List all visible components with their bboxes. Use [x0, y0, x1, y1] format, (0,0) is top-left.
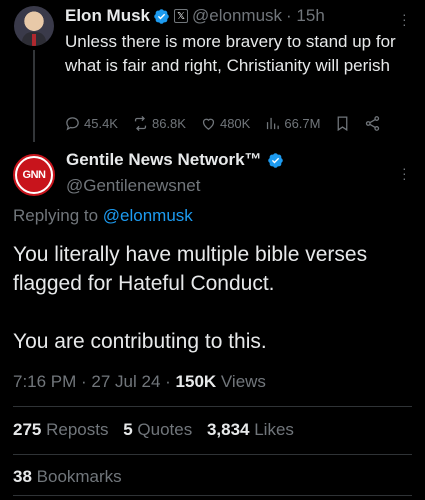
more-options-icon[interactable]: · · · — [402, 161, 407, 185]
views-label: Views — [216, 372, 266, 391]
views-button[interactable]: 66.7M — [264, 115, 320, 132]
reposts-count: 275 — [13, 420, 42, 439]
verified-badge-icon — [154, 8, 169, 24]
views-count: 150K — [175, 372, 217, 391]
repost-button[interactable]: 86.8K — [132, 115, 186, 132]
parent-tweet[interactable]: Elon Musk 𝕏 @elonmusk · 15h · · · Unless t… — [0, 0, 425, 142]
share-button[interactable] — [364, 115, 384, 132]
likes-count: 3,834 — [206, 420, 250, 439]
author-name[interactable]: Gentile News Network™ — [66, 150, 262, 170]
tweet-actions-bar: 45.4K 86.8K 480K 66.7M — [64, 112, 414, 134]
reposts-label: Reposts — [41, 420, 109, 439]
gnn-logo-text: GNN — [17, 158, 51, 192]
likes-stat[interactable]: 3,834 Likes — [207, 420, 294, 439]
author-name-row: Gentile News Network™ — [66, 150, 284, 170]
reposts-stat[interactable]: 275 Reposts — [13, 420, 108, 439]
tweet-text-paragraph-2: You are contributing to this. — [13, 330, 267, 353]
divider — [13, 406, 412, 407]
quotes-label: Quotes — [132, 420, 193, 439]
x-affiliation-icon: 𝕏 — [174, 9, 189, 23]
like-count: 480K — [219, 115, 251, 131]
replying-to-prefix: Replying to — [13, 206, 103, 225]
tweet-text: Unless there is more bravery to stand up… — [65, 32, 396, 75]
likes-label: Likes — [249, 420, 294, 439]
parent-tweet-header: Elon Musk 𝕏 @elonmusk · 15h — [65, 5, 325, 27]
verified-badge-icon — [267, 152, 283, 168]
quotes-stat[interactable]: 5 Quotes — [123, 420, 192, 439]
author-handle[interactable]: @elonmusk — [192, 6, 282, 26]
reply-button[interactable]: 45.4K — [64, 115, 118, 132]
tweet-timestamp[interactable]: 7:16 PM · 27 Jul 24 · — [13, 372, 176, 391]
bookmarks-label: Bookmarks — [31, 467, 122, 486]
like-button[interactable]: 480K — [200, 115, 250, 132]
view-count: 66.7M — [284, 115, 321, 131]
tweet-text-paragraph-1: You literally have multiple bible verses… — [13, 243, 368, 295]
bookmark-button[interactable] — [334, 115, 354, 132]
bookmarks-count: 38 — [13, 467, 32, 486]
thread-connector-line — [33, 50, 35, 142]
replying-to-line: Replying to @elonmusk — [13, 206, 193, 226]
repost-icon — [134, 115, 147, 131]
share-icon — [366, 115, 380, 131]
divider — [13, 495, 412, 496]
author-handle[interactable]: @Gentilenewsnet — [66, 176, 200, 196]
avatar[interactable]: GNN — [13, 154, 55, 196]
bookmark-icon — [338, 115, 348, 131]
analytics-icon — [267, 117, 280, 129]
more-options-icon[interactable]: · · · — [402, 7, 407, 31]
avatar[interactable] — [14, 6, 54, 46]
reply-icon — [66, 116, 79, 130]
tweet-time[interactable]: · 15h — [286, 6, 325, 26]
reply-count: 45.4K — [84, 115, 118, 131]
replying-to-mention[interactable]: @elonmusk — [103, 206, 193, 225]
engagement-stats: 275 Reposts 5 Quotes 3,834 Likes — [13, 420, 294, 440]
author-name[interactable]: Elon Musk — [65, 6, 150, 26]
divider — [13, 454, 412, 455]
quotes-count: 5 — [123, 420, 133, 439]
repost-count: 86.8K — [151, 115, 186, 131]
heart-icon — [202, 118, 215, 130]
bookmarks-stat[interactable]: 38 Bookmarks — [13, 467, 122, 487]
tweet-timestamp-row: 7:16 PM · 27 Jul 24 · 150K Views — [13, 372, 266, 392]
